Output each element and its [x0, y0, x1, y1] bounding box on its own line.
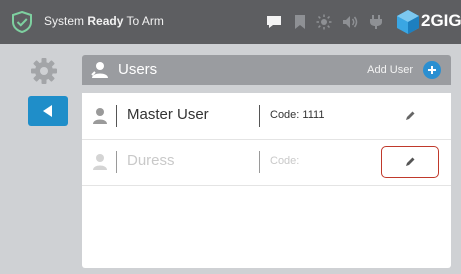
- edit-user-button[interactable]: [382, 101, 438, 131]
- shield-check-icon: [12, 11, 32, 33]
- row-divider: [116, 151, 117, 173]
- plus-icon: [428, 66, 436, 74]
- status-state: Ready: [87, 14, 124, 28]
- row-divider: [116, 105, 117, 127]
- pencil-icon: [406, 111, 415, 120]
- gear-icon[interactable]: [30, 57, 58, 85]
- message-icon[interactable]: [266, 14, 282, 30]
- back-arrow-icon: [43, 105, 52, 117]
- user-code: Code:: [270, 155, 300, 167]
- back-button[interactable]: [28, 96, 68, 126]
- 2gig-logo-mark-icon: [397, 10, 419, 34]
- status-suffix: To Arm: [126, 14, 164, 28]
- power-plug-icon[interactable]: [368, 14, 384, 30]
- person-icon: [93, 108, 107, 124]
- volume-icon[interactable]: [342, 14, 358, 30]
- row-divider: [259, 151, 260, 173]
- user-row-duress[interactable]: Duress Code:: [82, 139, 451, 186]
- users-icon: [91, 62, 108, 78]
- add-user-label[interactable]: Add User: [367, 64, 413, 76]
- add-user-button[interactable]: [423, 61, 441, 79]
- status-prefix: System: [44, 14, 85, 28]
- status-bar: System Ready To Arm 2GIG: [0, 0, 461, 44]
- brightness-icon[interactable]: [316, 14, 332, 30]
- users-list: Master User Code: 1111 Duress Code:: [82, 93, 451, 268]
- pencil-icon: [406, 157, 415, 166]
- user-name: Master User: [127, 106, 209, 123]
- edit-user-button[interactable]: [381, 146, 439, 178]
- users-title: Users: [118, 61, 158, 78]
- brand-logo-text: 2GIG: [421, 11, 461, 30]
- row-divider: [259, 105, 260, 127]
- bookmark-icon[interactable]: [292, 14, 308, 30]
- person-icon: [93, 154, 107, 170]
- user-row-master[interactable]: Master User Code: 1111: [82, 93, 451, 140]
- user-code: Code: 1111: [270, 109, 325, 121]
- users-panel-header: Users Add User: [82, 55, 451, 85]
- system-status-text: System Ready To Arm: [44, 14, 164, 28]
- user-name: Duress: [127, 152, 175, 169]
